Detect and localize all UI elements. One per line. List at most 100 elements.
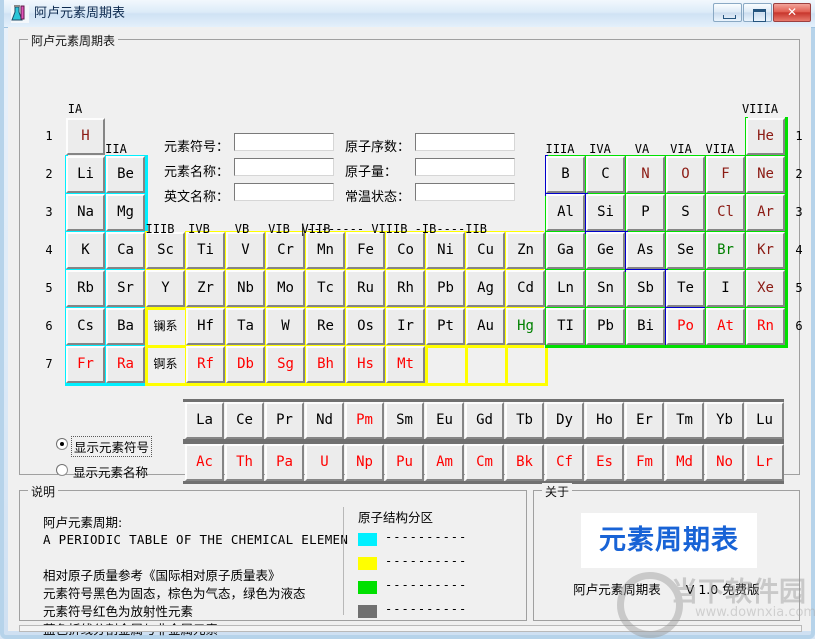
input-atomic-number[interactable]	[415, 133, 515, 151]
element-cell-Tc[interactable]: Tc	[306, 270, 345, 307]
element-cell-Br[interactable]: Br	[706, 232, 745, 269]
element-cell-Es[interactable]: Es	[585, 444, 624, 481]
element-cell-He[interactable]: He	[746, 118, 785, 155]
element-cell-La[interactable]: La	[185, 402, 224, 439]
element-cell-Ar[interactable]: Ar	[746, 194, 785, 231]
element-cell-Ni[interactable]: Ni	[426, 232, 465, 269]
element-cell-Sg[interactable]: Sg	[266, 346, 305, 383]
element-cell-Cd[interactable]: Cd	[506, 270, 545, 307]
element-cell-Cs[interactable]: Cs	[66, 308, 105, 345]
input-english-name[interactable]	[234, 183, 334, 201]
element-cell-Ag[interactable]: Ag	[466, 270, 505, 307]
element-cell-Os[interactable]: Os	[346, 308, 385, 345]
element-cell-N[interactable]: N	[626, 156, 665, 193]
element-cell-S[interactable]: S	[666, 194, 705, 231]
element-cell-Co[interactable]: Co	[386, 232, 425, 269]
element-cell-Fr[interactable]: Fr	[66, 346, 105, 383]
element-cell-Cr[interactable]: Cr	[266, 232, 305, 269]
element-cell-Sc[interactable]: Sc	[146, 232, 185, 269]
element-cell-Rh[interactable]: Rh	[386, 270, 425, 307]
element-cell-Zn[interactable]: Zn	[506, 232, 545, 269]
element-cell-Gd[interactable]: Gd	[465, 402, 504, 439]
element-cell-Hs[interactable]: Hs	[346, 346, 385, 383]
element-cell-Nd[interactable]: Nd	[305, 402, 344, 439]
element-cell-B[interactable]: B	[546, 156, 585, 193]
element-cell-Ce[interactable]: Ce	[225, 402, 264, 439]
element-cell-Fe[interactable]: Fe	[346, 232, 385, 269]
element-cell-Ir[interactable]: Ir	[386, 308, 425, 345]
element-cell-Ge[interactable]: Ge	[586, 232, 625, 269]
element-cell-Eu[interactable]: Eu	[425, 402, 464, 439]
element-cell-Rn[interactable]: Rn	[746, 308, 785, 345]
element-cell-K[interactable]: K	[66, 232, 105, 269]
element-cell-Bi[interactable]: Bi	[626, 308, 665, 345]
element-cell-Nb[interactable]: Nb	[226, 270, 265, 307]
element-cell-Pt[interactable]: Pt	[426, 308, 465, 345]
element-cell-Ru[interactable]: Ru	[346, 270, 385, 307]
element-cell-Tm[interactable]: Tm	[665, 402, 704, 439]
element-cell-C[interactable]: C	[586, 156, 625, 193]
element-cell-Np[interactable]: Np	[345, 444, 384, 481]
element-cell-V[interactable]: V	[226, 232, 265, 269]
element-cell-W[interactable]: W	[266, 308, 305, 345]
element-cell-Bh[interactable]: Bh	[306, 346, 345, 383]
element-cell-Kr[interactable]: Kr	[746, 232, 785, 269]
element-cell-I[interactable]: I	[706, 270, 745, 307]
element-cell-Th[interactable]: Th	[225, 444, 264, 481]
element-cell-Re[interactable]: Re	[306, 308, 345, 345]
element-cell-Yb[interactable]: Yb	[705, 402, 744, 439]
element-cell-Li[interactable]: Li	[66, 156, 105, 193]
input-normal-state[interactable]	[415, 183, 515, 201]
element-cell-F[interactable]: F	[706, 156, 745, 193]
element-cell-Pu[interactable]: Pu	[385, 444, 424, 481]
element-cell-Rf[interactable]: Rf	[186, 346, 225, 383]
element-cell-Mt[interactable]: Mt	[386, 346, 425, 383]
element-cell-Pr[interactable]: Pr	[265, 402, 304, 439]
element-cell-P[interactable]: P	[626, 194, 665, 231]
element-cell-Ln[interactable]: Ln	[546, 270, 585, 307]
title-bar[interactable]: 阿卢元素周期表 ✕	[4, 0, 815, 28]
minimize-button[interactable]	[713, 3, 742, 22]
element-cell-Sn[interactable]: Sn	[586, 270, 625, 307]
element-cell-Be[interactable]: Be	[106, 156, 145, 193]
element-cell-Cm[interactable]: Cm	[465, 444, 504, 481]
element-cell-Md[interactable]: Md	[665, 444, 704, 481]
element-cell-Ca[interactable]: Ca	[106, 232, 145, 269]
element-cell-Mn[interactable]: Mn	[306, 232, 345, 269]
element-cell-Al[interactable]: Al	[546, 194, 585, 231]
element-cell-As[interactable]: As	[626, 232, 665, 269]
input-atomic-weight[interactable]	[415, 158, 515, 176]
element-cell-Rb[interactable]: Rb	[66, 270, 105, 307]
element-cell-Ne[interactable]: Ne	[746, 156, 785, 193]
element-cell-Au[interactable]: Au	[466, 308, 505, 345]
element-cell-Xe[interactable]: Xe	[746, 270, 785, 307]
input-element-symbol[interactable]	[234, 133, 334, 151]
close-button[interactable]: ✕	[773, 3, 811, 22]
element-cell-Y[interactable]: Y	[146, 270, 185, 307]
element-cell-Ac[interactable]: Ac	[185, 444, 224, 481]
element-cell-Pb[interactable]: Pb	[586, 308, 625, 345]
element-cell-Bk[interactable]: Bk	[505, 444, 544, 481]
element-cell-Am[interactable]: Am	[425, 444, 464, 481]
element-cell-Zr[interactable]: Zr	[186, 270, 225, 307]
element-cell-Na[interactable]: Na	[66, 194, 105, 231]
element-cell-Pa[interactable]: Pa	[265, 444, 304, 481]
element-cell-Mo[interactable]: Mo	[266, 270, 305, 307]
element-cell-Er[interactable]: Er	[625, 402, 664, 439]
element-cell-Db[interactable]: Db	[226, 346, 265, 383]
element-cell-Ga[interactable]: Ga	[546, 232, 585, 269]
element-cell-Po[interactable]: Po	[666, 308, 705, 345]
element-cell-Pm[interactable]: Pm	[345, 402, 384, 439]
element-cell-Lu[interactable]: Lu	[745, 402, 784, 439]
element-cell-Sr[interactable]: Sr	[106, 270, 145, 307]
element-cell-Tb[interactable]: Tb	[505, 402, 544, 439]
input-element-name[interactable]	[234, 158, 334, 176]
element-cell-Sm[interactable]: Sm	[385, 402, 424, 439]
element-cell-Fm[interactable]: Fm	[625, 444, 664, 481]
element-cell-O[interactable]: O	[666, 156, 705, 193]
element-cell-TI[interactable]: TI	[546, 308, 585, 345]
element-cell-Dy[interactable]: Dy	[545, 402, 584, 439]
element-cell-H[interactable]: H	[66, 118, 105, 155]
element-cell-Sb[interactable]: Sb	[626, 270, 665, 307]
element-cell-Hf[interactable]: Hf	[186, 308, 225, 345]
